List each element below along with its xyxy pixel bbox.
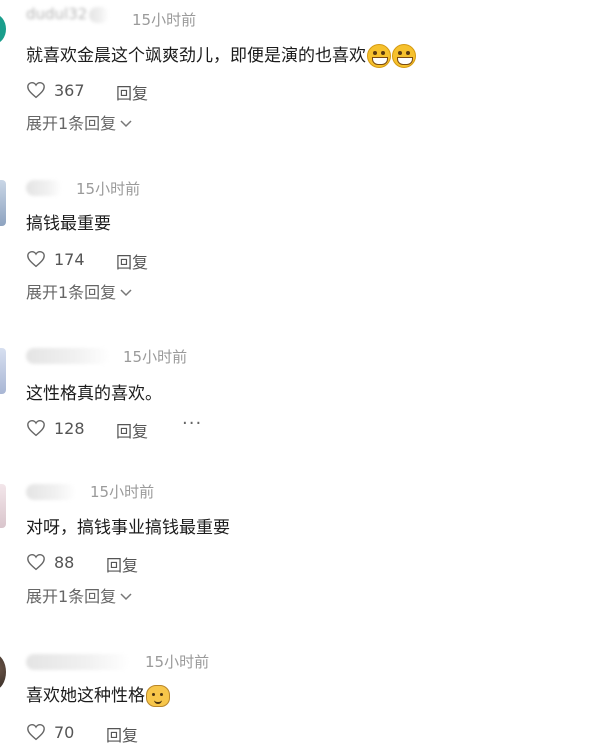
like-count: 88 [54,552,75,572]
heart-icon [27,723,45,741]
avatar[interactable] [0,348,6,394]
reply-button[interactable]: 回复 [116,418,148,442]
like-button[interactable]: 174 [26,250,85,269]
like-count: 174 [54,249,85,269]
expand-replies-label: 展开1条回复 [26,587,117,606]
timestamp: 15小时前 [123,348,188,366]
more-options-button[interactable]: ··· [182,413,202,434]
expand-replies-button[interactable]: 展开1条回复 [26,586,132,608]
timestamp: 15小时前 [145,653,210,671]
comment-text-row: 就喜欢金晨这个飒爽劲儿，即便是演的也喜欢 [26,44,416,68]
action-bar: 367 回复 [26,78,148,103]
username-blur [89,7,110,23]
like-button[interactable]: 128 [26,419,85,438]
user-row [26,482,76,502]
action-bar: 70 回复 [26,720,138,745]
expand-replies-label: 展开1条回复 [26,283,117,302]
action-bar: 88 回复 [26,550,138,575]
chevron-down-icon [120,593,132,601]
comment-text-row: 喜欢她这种性格 [26,684,170,708]
grin-emoji-icon [392,44,416,68]
comment-text-row: 搞钱最重要 [26,212,111,236]
action-bar: 174 回复 [26,247,148,272]
reply-button[interactable]: 回复 [116,249,148,273]
username-blur [26,348,110,364]
cat-emoji-icon [146,685,170,707]
expand-replies-label: 展开1条回复 [26,114,117,133]
username-blur [26,180,62,196]
grin-emoji-icon [367,44,391,68]
reply-button[interactable]: 回复 [106,722,138,746]
username-blur [26,654,130,670]
expand-replies-button[interactable]: 展开1条回复 [26,113,132,135]
comment-feed: dudul32 15小时前 就喜欢金晨这个飒爽劲儿，即便是演的也喜欢 367 回… [0,0,600,746]
like-button[interactable]: 88 [26,553,74,572]
timestamp: 15小时前 [132,11,197,29]
heart-icon [27,81,45,99]
timestamp: 15小时前 [90,483,155,501]
heart-icon [27,553,45,571]
username-blur [26,484,76,500]
user-row [26,178,62,198]
like-count: 70 [54,722,75,742]
chevron-down-icon [120,289,132,297]
user-row [26,346,110,366]
comment-text: 这性格真的喜欢。 [26,384,162,404]
comment-text: 搞钱最重要 [26,214,111,234]
like-count: 128 [54,418,85,438]
action-bar: 128 回复 ··· [26,413,201,441]
like-button[interactable]: 70 [26,723,74,742]
comment-text-row: 对呀，搞钱事业搞钱最重要 [26,516,230,540]
avatar[interactable] [0,180,6,226]
expand-replies-button[interactable]: 展开1条回复 [26,282,132,304]
user-row: dudul32 [26,5,110,28]
username[interactable]: dudul32 [26,4,87,24]
comment-text-row: 这性格真的喜欢。 [26,382,162,406]
chevron-down-icon [120,120,132,128]
avatar[interactable] [0,14,6,44]
heart-icon [27,419,45,437]
reply-button[interactable]: 回复 [106,552,138,576]
avatar[interactable] [0,654,6,690]
comment-text: 喜欢她这种性格 [26,686,145,706]
comment-text: 就喜欢金晨这个飒爽劲儿，即便是演的也喜欢 [26,46,366,66]
user-row [26,652,130,672]
comment-text: 对呀，搞钱事业搞钱最重要 [26,518,230,538]
like-count: 367 [54,80,85,100]
reply-button[interactable]: 回复 [116,80,148,104]
like-button[interactable]: 367 [26,81,85,100]
timestamp: 15小时前 [76,180,141,198]
heart-icon [27,250,45,268]
avatar[interactable] [0,484,6,528]
